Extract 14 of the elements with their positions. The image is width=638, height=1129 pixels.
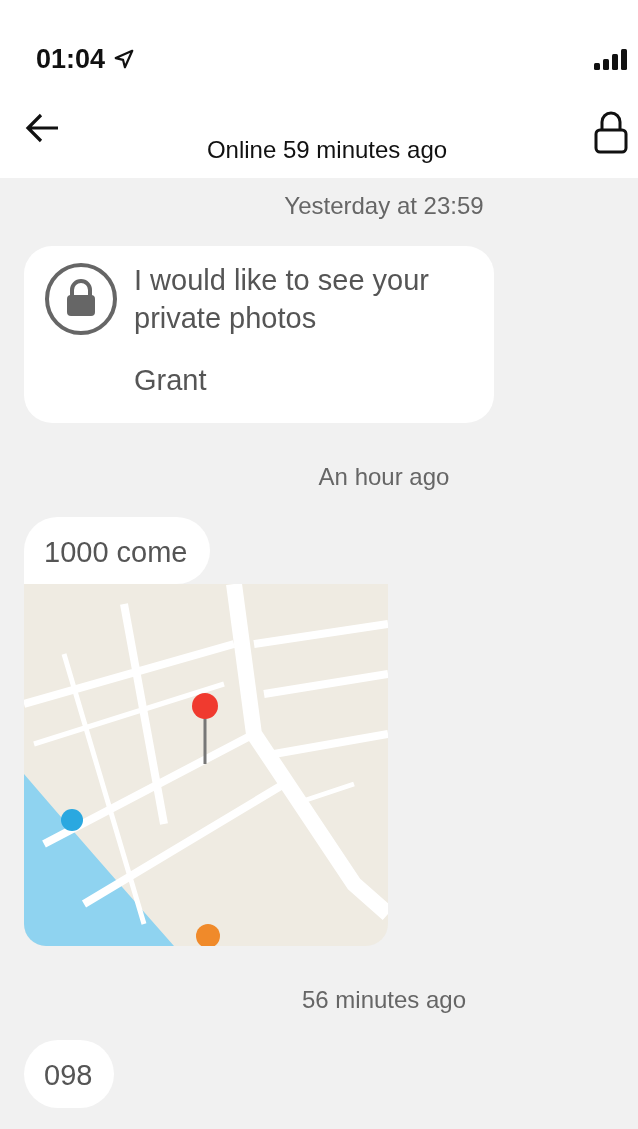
lock-icon xyxy=(44,262,118,336)
message-bubble: 1000 come xyxy=(24,516,210,585)
location-arrow-icon xyxy=(113,48,136,70)
signal-icon xyxy=(594,48,628,70)
back-arrow-icon[interactable] xyxy=(24,112,60,144)
lock-icon[interactable] xyxy=(594,110,628,154)
message-bubble: 098 xyxy=(24,1040,115,1108)
sender-name: Grant xyxy=(134,363,208,399)
timestamp: An hour ago xyxy=(317,461,451,492)
status-time: 01:04 xyxy=(36,42,106,76)
timestamp: Yesterday at 23:59 xyxy=(283,191,485,221)
request-text: I would like to see your private photos xyxy=(134,263,430,336)
online-status: Online 59 minutes ago xyxy=(205,135,449,165)
timestamp: 56 minutes ago xyxy=(300,985,468,1016)
